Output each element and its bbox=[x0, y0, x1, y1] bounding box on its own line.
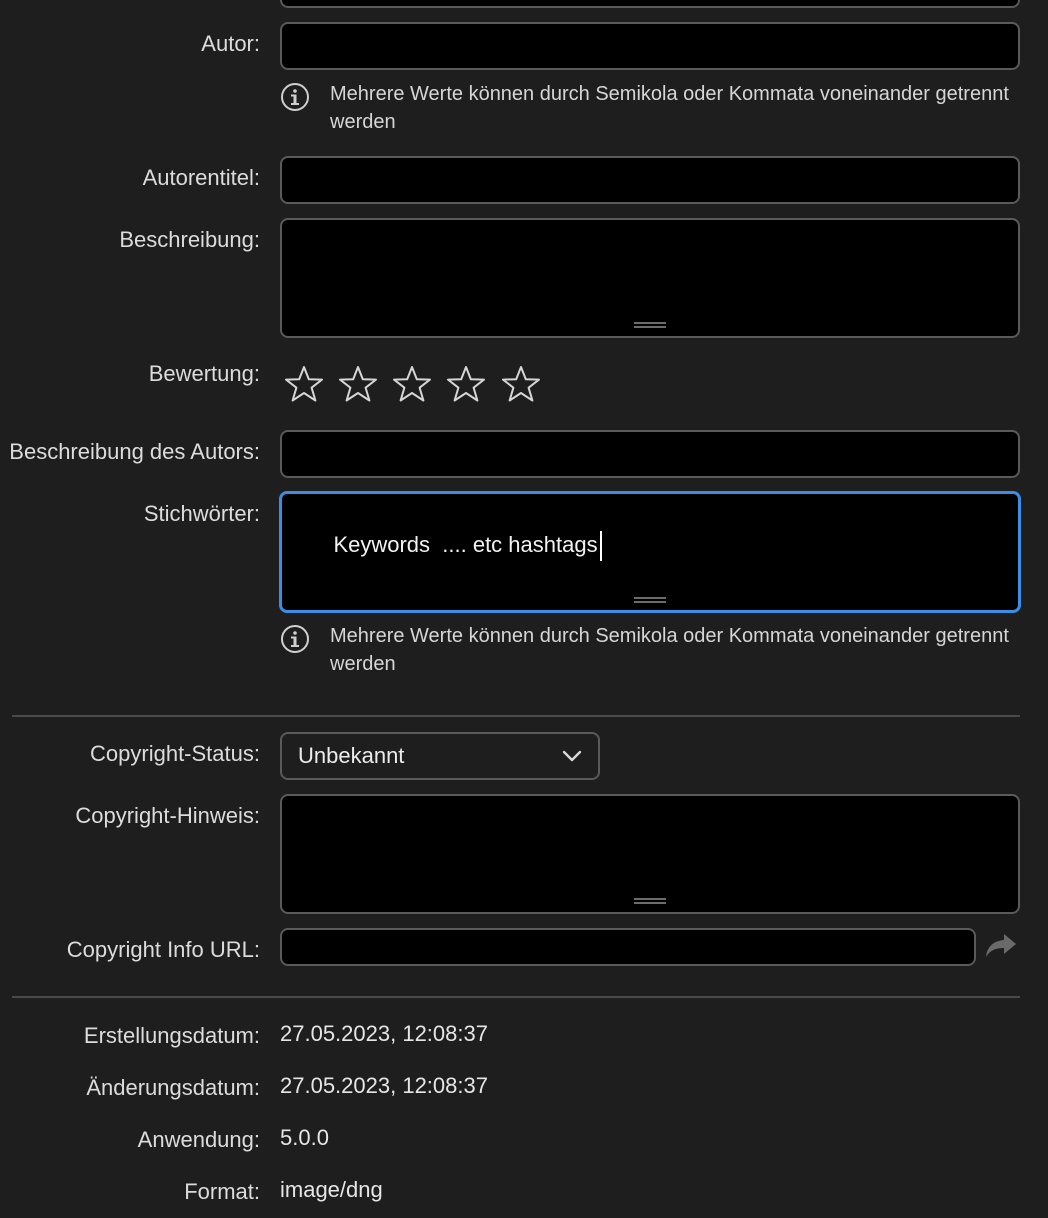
author-input[interactable] bbox=[280, 22, 1020, 70]
copyright-notice-textarea[interactable] bbox=[280, 794, 1020, 914]
section-divider bbox=[12, 715, 1020, 717]
copyright-status-label: Copyright-Status: bbox=[90, 741, 260, 766]
copyright-status-value: Unbekannt bbox=[298, 743, 405, 768]
info-circle-icon bbox=[281, 83, 309, 111]
keywords-hint-text: Mehrere Werte können durch Semikola oder… bbox=[330, 625, 1009, 675]
keywords-value: Keywords .... etc hashtags bbox=[333, 531, 598, 557]
keywords-text-wrap: Keywords .... etc hashtags bbox=[309, 505, 602, 587]
author-title-label: Autorentitel: bbox=[142, 165, 260, 190]
format-value: image/dng bbox=[280, 1177, 383, 1202]
share-arrow-icon[interactable] bbox=[984, 932, 1018, 960]
modified-value: 27.05.2023, 12:08:37 bbox=[280, 1073, 488, 1098]
description-textarea[interactable] bbox=[280, 218, 1020, 338]
keywords-textarea[interactable]: Keywords .... etc hashtags bbox=[279, 491, 1021, 613]
chevron-down-icon bbox=[562, 750, 582, 762]
star-outline-icon[interactable] bbox=[501, 364, 541, 404]
star-outline-icon[interactable] bbox=[284, 364, 324, 404]
created-value: 27.05.2023, 12:08:37 bbox=[280, 1021, 488, 1046]
description-label: Beschreibung: bbox=[119, 227, 260, 252]
keywords-hint: Mehrere Werte können durch Semikola oder… bbox=[280, 622, 1024, 678]
resize-grip-icon[interactable] bbox=[634, 597, 666, 603]
section-divider bbox=[12, 996, 1020, 998]
info-circle-icon bbox=[281, 625, 309, 653]
modified-label: Änderungsdatum: bbox=[86, 1075, 260, 1100]
star-outline-icon[interactable] bbox=[446, 364, 486, 404]
copyright-url-label: Copyright Info URL: bbox=[66, 937, 260, 962]
copyright-url-input[interactable] bbox=[280, 928, 976, 966]
keywords-label: Stichwörter: bbox=[143, 501, 260, 526]
star-outline-icon[interactable] bbox=[392, 364, 432, 404]
author-description-input[interactable] bbox=[280, 430, 1020, 478]
author-description-label: Beschreibung des Autors: bbox=[9, 439, 260, 464]
author-label: Autor: bbox=[201, 31, 260, 56]
copyright-notice-label: Copyright-Hinweis: bbox=[75, 803, 260, 828]
application-value: 5.0.0 bbox=[280, 1125, 329, 1150]
author-hint: Mehrere Werte können durch Semikola oder… bbox=[280, 80, 1024, 136]
created-label: Erstellungsdatum: bbox=[83, 1023, 260, 1048]
author-hint-text: Mehrere Werte können durch Semikola oder… bbox=[330, 83, 1009, 133]
resize-grip-icon[interactable] bbox=[634, 322, 666, 328]
rating-label: Bewertung: bbox=[148, 361, 260, 386]
rating-stars bbox=[284, 364, 549, 410]
author-title-input[interactable] bbox=[280, 156, 1020, 204]
previous-field[interactable] bbox=[280, 0, 1020, 8]
application-label: Anwendung: bbox=[137, 1127, 260, 1152]
text-caret bbox=[599, 531, 602, 561]
copyright-status-select[interactable]: Unbekannt bbox=[280, 732, 600, 780]
format-label: Format: bbox=[184, 1179, 260, 1204]
star-outline-icon[interactable] bbox=[338, 364, 378, 404]
resize-grip-icon[interactable] bbox=[634, 898, 666, 904]
